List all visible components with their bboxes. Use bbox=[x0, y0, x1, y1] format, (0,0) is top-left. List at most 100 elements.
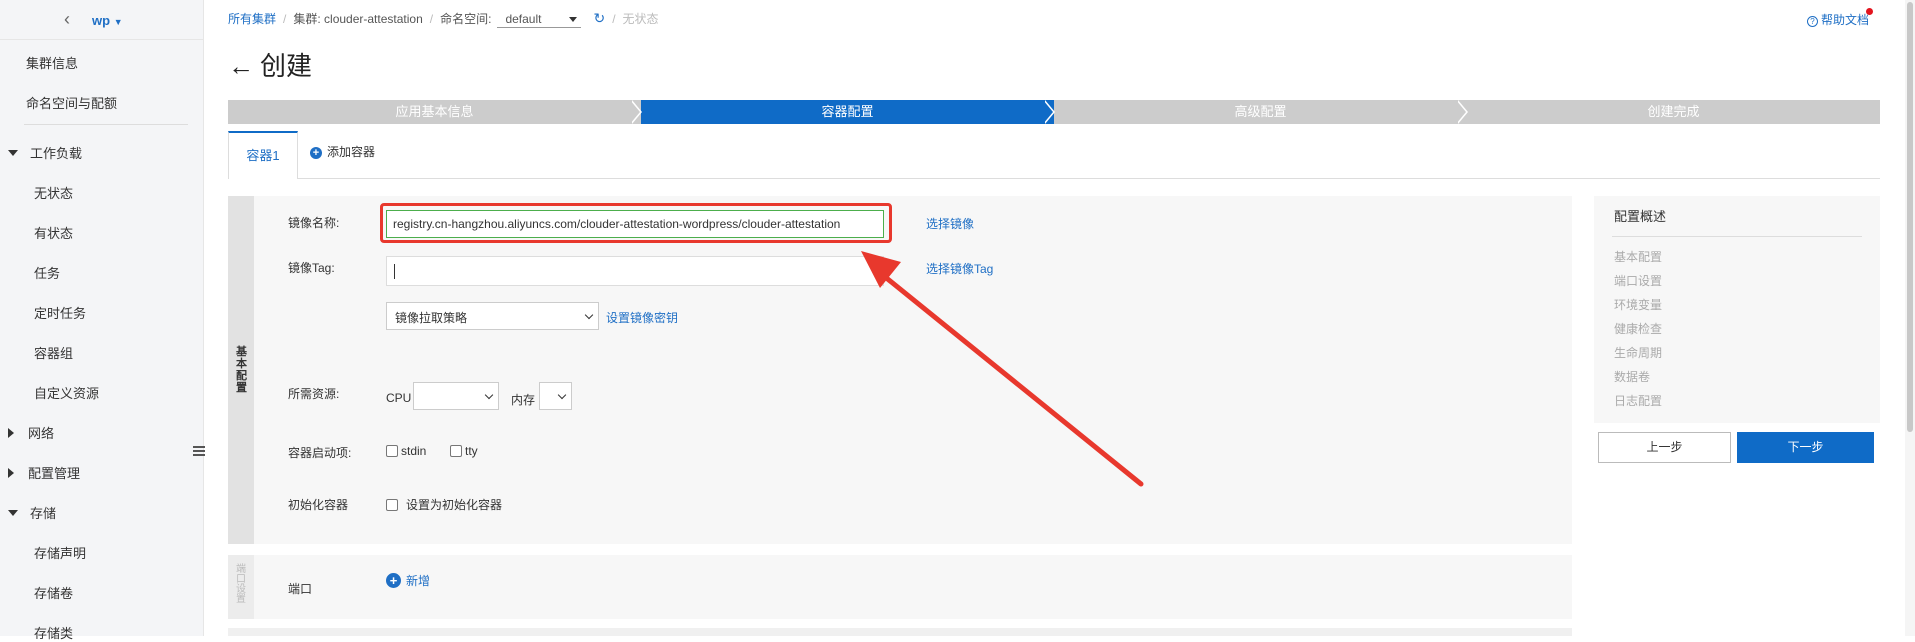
next-step-button[interactable]: 下一步 bbox=[1737, 432, 1874, 463]
caret-right-icon bbox=[8, 428, 14, 438]
add-container-button[interactable]: + 添加容器 bbox=[310, 143, 375, 160]
step-container-config: 容器配置 bbox=[641, 100, 1054, 124]
basic-config-panel: 基本配置 镜像名称: registry.cn-hangzhou.aliyuncs… bbox=[228, 196, 1572, 544]
pull-policy-value: 镜像拉取策略 bbox=[395, 311, 468, 325]
page-scrollbar[interactable] bbox=[1905, 0, 1915, 636]
question-icon: ? bbox=[1806, 16, 1818, 27]
pull-policy-select[interactable]: 镜像拉取策略 bbox=[386, 302, 599, 330]
tab-container-1[interactable]: 容器1 bbox=[228, 131, 298, 179]
plus-circle-icon: + bbox=[310, 147, 322, 159]
sidebar-header: ‹ wp ▼ bbox=[0, 0, 203, 40]
sidebar-item-namespace-quota[interactable]: 命名空间与配额 bbox=[26, 93, 117, 112]
config-summary: 配置概述 基本配置 端口设置 环境变量 健康检查 生命周期 数据卷 日志配置 bbox=[1594, 196, 1880, 423]
cpu-label: CPU bbox=[386, 391, 412, 405]
summary-item[interactable]: 生命周期 bbox=[1614, 344, 1662, 361]
step-advanced-config: 高级配置 bbox=[1054, 100, 1467, 124]
breadcrumb-cluster: 集群: clouder-attestation bbox=[293, 12, 423, 26]
help-docs-link[interactable]: ? 帮助文档 bbox=[1806, 11, 1869, 28]
cpu-select[interactable] bbox=[413, 382, 499, 410]
sidebar-group-storage[interactable]: 存储 bbox=[8, 503, 56, 522]
plus-circle-icon: + bbox=[386, 573, 401, 588]
sidebar-group-label: 工作负载 bbox=[30, 146, 83, 161]
cluster-switcher[interactable]: wp ▼ bbox=[92, 13, 123, 28]
back-arrow-icon[interactable]: ← bbox=[228, 51, 254, 81]
section-label-basic: 基本配置 bbox=[236, 346, 247, 394]
sidebar-item-cluster-info[interactable]: 集群信息 bbox=[26, 53, 78, 72]
select-image-link[interactable]: 选择镜像 bbox=[926, 215, 974, 232]
sidebar-item-storageclass[interactable]: 存储类 bbox=[34, 623, 73, 642]
summary-item[interactable]: 端口设置 bbox=[1614, 272, 1662, 289]
add-container-label: 添加容器 bbox=[327, 145, 376, 159]
sidebar-group-label: 配置管理 bbox=[28, 466, 81, 481]
dropdown-arrow-icon bbox=[569, 17, 578, 22]
namespace-select[interactable]: default bbox=[497, 12, 582, 28]
memory-select[interactable] bbox=[539, 382, 572, 410]
sidebar-group-config[interactable]: 配置管理 bbox=[8, 463, 80, 482]
sidebar-item-pvc[interactable]: 存储声明 bbox=[34, 543, 86, 562]
chevron-down-icon bbox=[584, 310, 594, 320]
summary-item[interactable]: 数据卷 bbox=[1614, 368, 1650, 385]
stdin-checkbox[interactable] bbox=[386, 445, 398, 457]
sidebar-item-stateful[interactable]: 有状态 bbox=[34, 223, 73, 242]
namespace-value: default bbox=[505, 12, 542, 26]
tty-option[interactable]: tty bbox=[450, 444, 478, 458]
sidebar-item-jobs[interactable]: 任务 bbox=[34, 263, 60, 282]
chevron-down-icon bbox=[484, 390, 494, 400]
back-chevron-icon[interactable]: ‹ bbox=[64, 9, 70, 30]
resources-label: 所需资源: bbox=[288, 387, 340, 401]
select-image-tag-link[interactable]: 选择镜像Tag bbox=[926, 260, 993, 277]
stdin-option[interactable]: stdin bbox=[386, 444, 426, 458]
sidebar-item-pv[interactable]: 存储卷 bbox=[34, 583, 73, 602]
add-port-button[interactable]: + 新增 bbox=[386, 572, 430, 589]
chevron-down-icon bbox=[557, 390, 567, 400]
section-label-port: 端口设置 bbox=[236, 564, 246, 605]
sidebar-item-stateless[interactable]: 无状态 bbox=[34, 183, 73, 202]
cluster-name: wp bbox=[92, 13, 111, 28]
sidebar: ‹ wp ▼ 集群信息 命名空间与配额 工作负载 无状态 有状态 任务 定时任务… bbox=[0, 0, 204, 641]
port-config-panel: 端口设置 端口 + 新增 bbox=[228, 555, 1572, 619]
summary-item[interactable]: 环境变量 bbox=[1614, 296, 1662, 313]
tty-checkbox[interactable] bbox=[450, 445, 462, 457]
sidebar-group-network[interactable]: 网络 bbox=[8, 423, 54, 442]
init-container-label: 初始化容器 bbox=[288, 498, 349, 512]
caret-down-icon bbox=[8, 150, 18, 156]
stdin-text: stdin bbox=[401, 444, 427, 458]
step-separator bbox=[1043, 100, 1053, 124]
scrollbar-thumb[interactable] bbox=[1907, 2, 1913, 432]
summary-item[interactable]: 健康检查 bbox=[1614, 320, 1662, 337]
page-title-text: 创建 bbox=[260, 51, 313, 81]
summary-item[interactable]: 日志配置 bbox=[1614, 392, 1662, 409]
step-complete: 创建完成 bbox=[1467, 100, 1880, 124]
next-section-panel bbox=[228, 628, 1572, 636]
breadcrumb-all-clusters[interactable]: 所有集群 bbox=[228, 12, 276, 26]
add-port-label: 新增 bbox=[406, 574, 431, 588]
summary-divider bbox=[1612, 236, 1862, 237]
page-title: ← 创建 bbox=[228, 46, 312, 83]
sidebar-group-label: 存储 bbox=[30, 506, 57, 521]
image-tag-input[interactable] bbox=[386, 256, 884, 286]
refresh-icon[interactable]: ↻ bbox=[593, 10, 605, 26]
image-tag-label: 镜像Tag: bbox=[288, 261, 335, 275]
summary-item[interactable]: 基本配置 bbox=[1614, 248, 1662, 265]
startup-label: 容器启动项: bbox=[288, 446, 352, 460]
step-separator bbox=[1456, 100, 1466, 124]
namespace-label: 命名空间: bbox=[440, 12, 492, 26]
sidebar-item-cronjobs[interactable]: 定时任务 bbox=[34, 303, 86, 322]
sidebar-group-label: 网络 bbox=[28, 426, 55, 441]
port-label: 端口 bbox=[288, 582, 313, 596]
memory-label: 内存 bbox=[511, 393, 536, 407]
prev-step-button[interactable]: 上一步 bbox=[1598, 432, 1731, 463]
image-name-label: 镜像名称: bbox=[288, 216, 340, 230]
init-container-checkbox[interactable] bbox=[386, 499, 398, 511]
wizard-steps: 应用基本信息 容器配置 高级配置 创建完成 bbox=[228, 100, 1880, 124]
annotation-highlight-box bbox=[380, 203, 892, 243]
set-image-secret-link[interactable]: 设置镜像密钥 bbox=[606, 309, 678, 326]
panel-side-bar: 基本配置 bbox=[228, 196, 254, 544]
sidebar-group-workloads[interactable]: 工作负载 bbox=[8, 143, 82, 162]
main-content: 所有集群 / 集群: clouder-attestation / 命名空间: defaul… bbox=[204, 0, 1915, 636]
text-cursor bbox=[394, 264, 395, 279]
init-container-option[interactable]: 设置为初始化容器 bbox=[386, 496, 502, 513]
sidebar-item-pods[interactable]: 容器组 bbox=[34, 343, 73, 362]
sidebar-item-custom-resources[interactable]: 自定义资源 bbox=[34, 383, 99, 402]
step-basic-info: 应用基本信息 bbox=[228, 100, 641, 124]
